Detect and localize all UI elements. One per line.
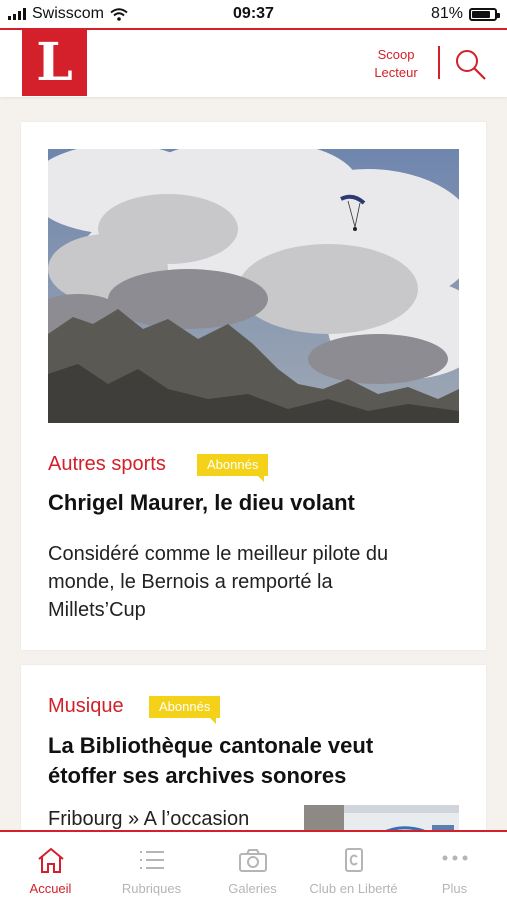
logo[interactable]: L — [22, 30, 87, 96]
article-lead: Considéré comme le meilleur pilote du mo… — [48, 540, 468, 624]
title-line: étoffer ses archives sonores — [48, 763, 347, 788]
more-icon — [442, 855, 468, 861]
article-photo[interactable] — [48, 149, 459, 423]
article-title[interactable]: Chrigel Maurer, le dieu volant — [48, 488, 468, 518]
tab-label: Galeries — [228, 881, 277, 896]
article-card[interactable]: Musique Abonnés La Bibliothèque cantonal… — [21, 665, 486, 845]
tab-accueil[interactable]: Accueil — [0, 832, 101, 902]
article-category[interactable]: Musique — [48, 695, 124, 718]
home-icon — [38, 847, 64, 873]
header-divider — [438, 46, 440, 79]
camera-icon — [239, 849, 267, 872]
list-icon — [140, 851, 164, 869]
app-header: L Scoop Lecteur — [0, 28, 507, 97]
tab-label: Accueil — [29, 881, 72, 896]
tab-label: Club en Liberté — [309, 881, 398, 896]
scoop-label: Scoop — [377, 47, 415, 62]
battery-percent: 81% — [430, 5, 463, 22]
tab-club-en-liberte[interactable]: Club en Liberté — [303, 832, 404, 902]
subscriber-badge: Abonnés — [197, 454, 269, 482]
club-card-icon — [345, 848, 363, 872]
article-lead: Fribourg » A l’occasion — [48, 808, 250, 830]
battery-icon — [469, 7, 500, 21]
status-bar: Swisscom 09:37 81% — [0, 0, 507, 28]
lead-line: Considéré comme le meilleur pilote du — [48, 543, 389, 565]
subscriber-badge: Abonnés — [149, 696, 221, 724]
battery-group: 81% — [430, 5, 500, 23]
tab-label: Plus — [441, 881, 468, 896]
article-category[interactable]: Autres sports — [48, 453, 166, 476]
lead-line: Millets’Cup — [48, 599, 146, 621]
tab-rubriques[interactable]: Rubriques — [101, 832, 202, 902]
lead-line: monde, le Bernois a remporté la — [48, 571, 333, 593]
article-card[interactable]: Autres sports Abonnés Chrigel Maurer, le… — [21, 122, 486, 650]
title-line: La Bibliothèque cantonale veut — [48, 733, 374, 758]
lecteur-label: Lecteur — [374, 65, 418, 80]
article-title[interactable]: La Bibliothèque cantonale veut étoffer s… — [48, 731, 468, 791]
search-icon[interactable] — [454, 48, 488, 82]
tab-galeries[interactable]: Galeries — [202, 832, 303, 902]
tab-plus[interactable]: Plus — [404, 832, 507, 902]
tab-bar: Accueil Rubriques Galeries Club en Liber… — [0, 830, 507, 902]
scoop-lecteur-link[interactable]: Scoop Lecteur — [356, 46, 436, 82]
tab-label: Rubriques — [121, 881, 182, 896]
